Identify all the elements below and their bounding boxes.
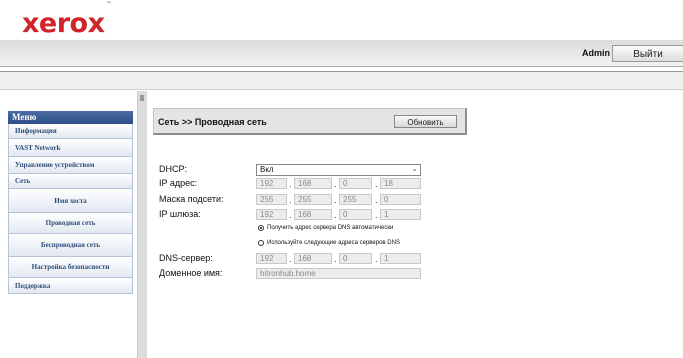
octet-dot: . (334, 179, 337, 189)
dhcp-label: DHCP: (159, 164, 188, 174)
chevron-down-icon: ⌄ (411, 164, 418, 173)
sidebar-menu: Меню Информация VAST Network Управление … (8, 111, 133, 294)
ip-octet-3[interactable]: 0 (339, 178, 372, 189)
domain-name-label: Доменное имя: (159, 268, 223, 278)
dns-auto-radio[interactable]: Получить адрес сервера DNS автоматически (258, 225, 393, 231)
dns-octet-3[interactable]: 0 (339, 253, 372, 264)
dhcp-select[interactable]: Вкл ⌄ (256, 164, 421, 176)
octet-dot: . (289, 254, 292, 264)
octet-dot: . (289, 179, 292, 189)
page-title: Сеть >> Проводная сеть (158, 117, 267, 127)
octet-dot: . (334, 254, 337, 264)
nav-band (0, 72, 683, 90)
mask-octet-2[interactable]: 255 (294, 194, 332, 205)
domain-name-field[interactable]: hitronhub.home (256, 268, 421, 279)
sidebar-item-hostname[interactable]: Имя хоста (8, 189, 133, 213)
radio-checked-icon (258, 225, 264, 231)
ip-octet-2[interactable]: 168 (294, 178, 332, 189)
xerox-logo: xerox™ (22, 1, 112, 39)
octet-dot: . (375, 210, 378, 220)
sidebar-item-security-settings[interactable]: Настройка безопасности (8, 257, 133, 278)
octet-dot: . (375, 195, 378, 205)
gateway-octet-4[interactable]: 1 (380, 209, 421, 220)
ip-octet-1[interactable]: 192 (256, 178, 287, 189)
octet-dot: . (375, 254, 378, 264)
menu-header: Меню (8, 111, 133, 124)
dns-octet-4[interactable]: 1 (380, 253, 421, 264)
sidebar-item-vast-network[interactable]: VAST Network (8, 139, 133, 157)
gateway-octet-1[interactable]: 192 (256, 209, 287, 220)
dns-server-label: DNS-сервер: (159, 253, 213, 263)
gateway-octet-3[interactable]: 0 (339, 209, 372, 220)
gateway-octet-2[interactable]: 168 (294, 209, 332, 220)
dhcp-select-value: Вкл (260, 165, 274, 174)
dns-octet-2[interactable]: 168 (294, 253, 332, 264)
octet-dot: . (289, 195, 292, 205)
dns-manual-radio[interactable]: Используйте следующие адреса серверов DN… (258, 240, 400, 246)
ip-address-label: IP адрес: (159, 178, 198, 188)
octet-dot: . (289, 210, 292, 220)
subnet-mask-label: Маска подсети: (159, 194, 224, 204)
radio-unchecked-icon (258, 240, 264, 246)
ip-octet-4[interactable]: 18 (380, 178, 421, 189)
panel-header: Сеть >> Проводная сеть Обновить (153, 108, 467, 135)
splitter-grip-icon (140, 95, 144, 101)
mask-octet-4[interactable]: 0 (380, 194, 421, 205)
frame-splitter[interactable] (137, 91, 147, 358)
dns-auto-label: Получить адрес сервера DNS автоматически (267, 225, 394, 231)
refresh-button[interactable]: Обновить (394, 115, 457, 128)
mask-octet-1[interactable]: 255 (256, 194, 287, 205)
sidebar-item-wired-network[interactable]: Проводная сеть (8, 213, 133, 234)
logout-button[interactable]: Выйти (612, 45, 683, 62)
sidebar-item-network[interactable]: Сеть (8, 174, 133, 189)
sidebar-item-info[interactable]: Информация (8, 124, 133, 139)
dns-manual-label: Используйте следующие адреса серверов DN… (267, 240, 400, 246)
top-banner (0, 40, 683, 67)
dns-octet-1[interactable]: 192 (256, 253, 287, 264)
octet-dot: . (334, 195, 337, 205)
octet-dot: . (334, 210, 337, 220)
mask-octet-3[interactable]: 255 (339, 194, 372, 205)
gateway-label: IP шлюза: (159, 209, 201, 219)
sidebar-item-wireless-network[interactable]: Беспроводная сеть (8, 234, 133, 257)
sidebar-item-device-management[interactable]: Управление устройством (8, 157, 133, 174)
octet-dot: . (375, 179, 378, 189)
sidebar-item-support[interactable]: Поддержка (8, 278, 133, 294)
user-name: Admin (582, 48, 610, 58)
